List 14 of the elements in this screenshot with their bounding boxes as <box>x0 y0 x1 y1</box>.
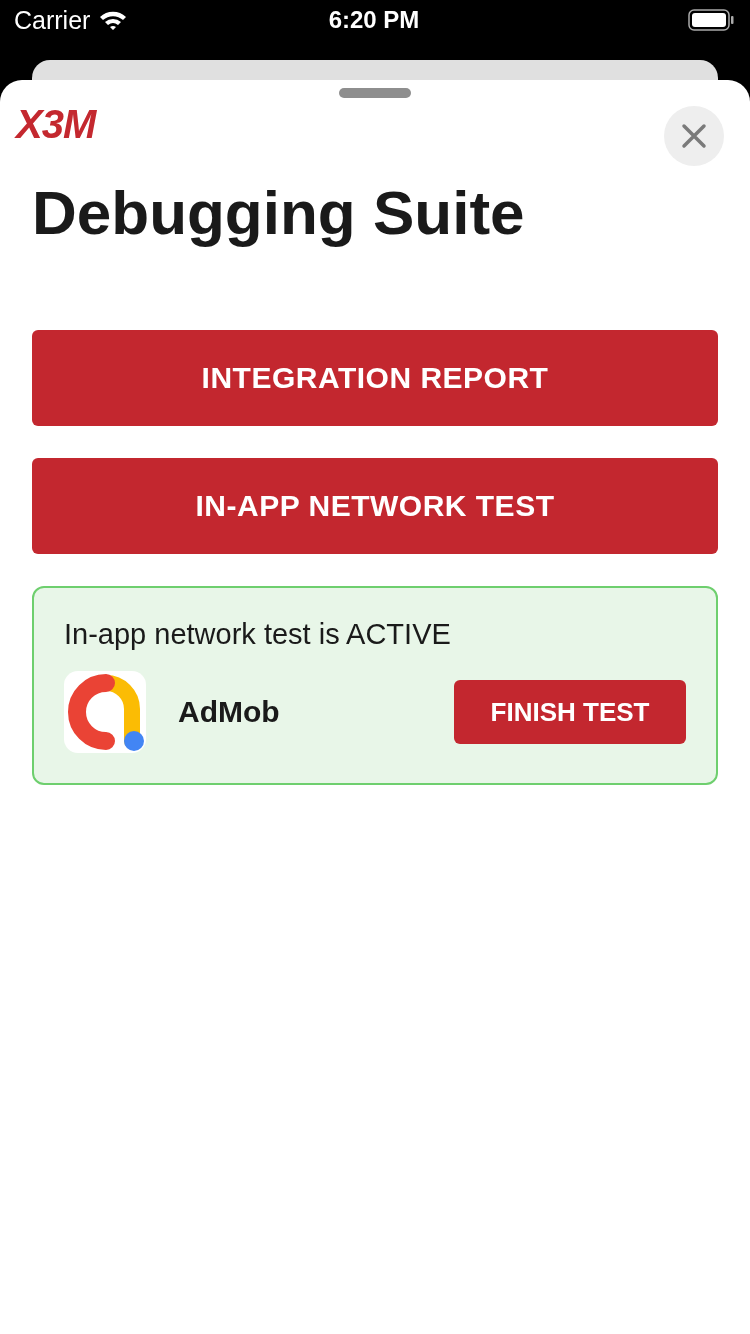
drag-handle[interactable] <box>339 88 411 98</box>
battery-icon <box>688 9 734 31</box>
carrier-label: Carrier <box>14 5 91 35</box>
finish-test-button[interactable]: FINISH TEST <box>454 680 686 744</box>
admob-icon <box>64 671 146 753</box>
clock-time: 6:20 PM <box>328 6 420 34</box>
page-title: Debugging Suite <box>32 177 526 249</box>
close-icon <box>681 123 707 149</box>
status-message: In-app network test is ACTIVE <box>64 618 452 651</box>
wifi-icon <box>98 9 129 31</box>
action-button[interactable]: IN-APP NETWORK TEST <box>32 458 718 554</box>
action-button[interactable]: INTEGRATION REPORT <box>32 330 718 426</box>
network-name: AdMob <box>178 695 281 729</box>
logo: X3M <box>16 102 96 147</box>
